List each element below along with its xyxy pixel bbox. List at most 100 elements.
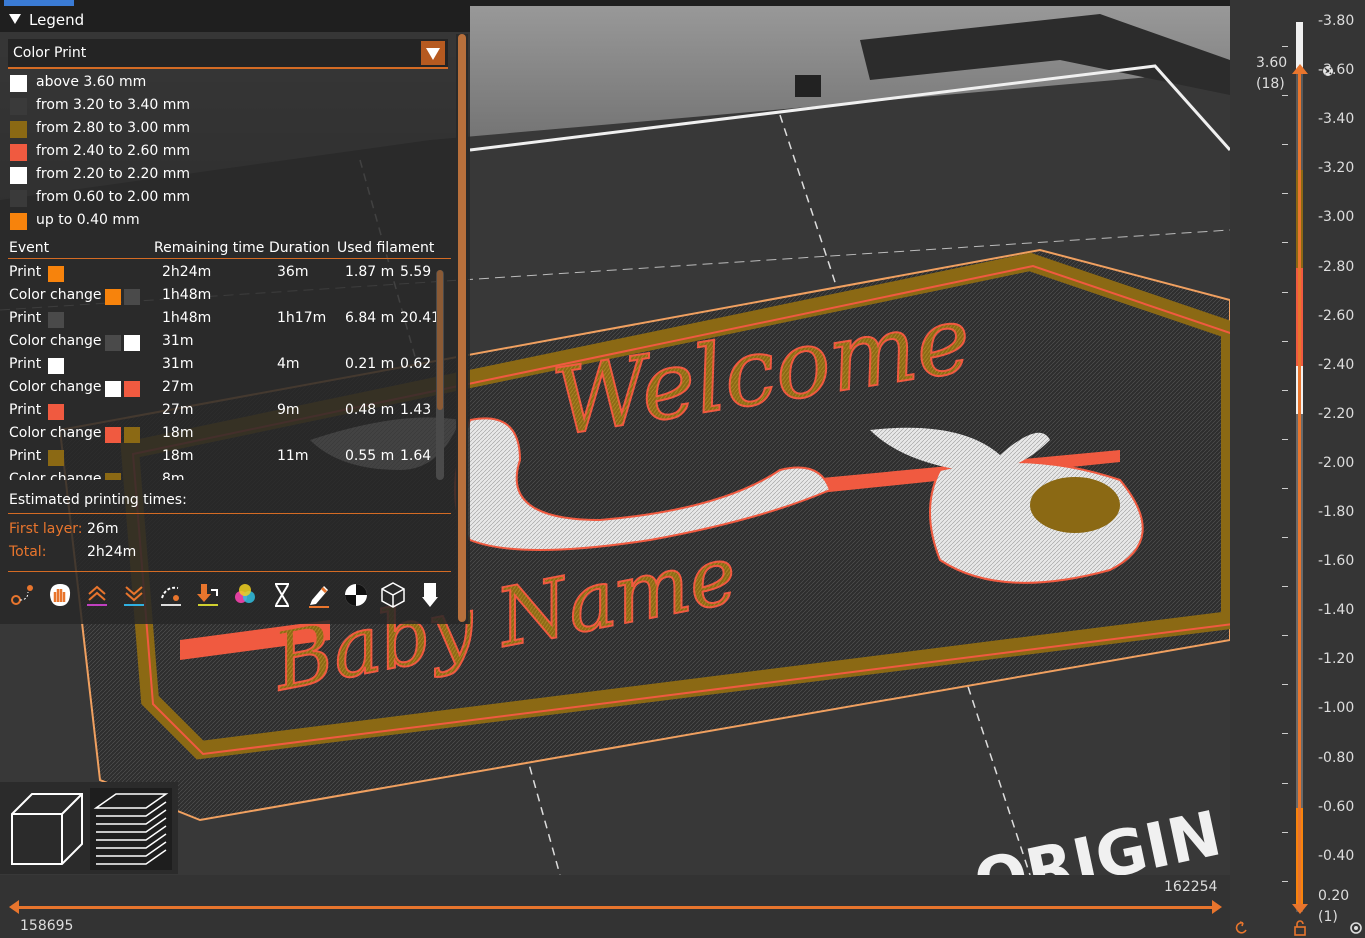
color-swatch <box>48 450 64 466</box>
col-header-remaining: Remaining time <box>154 240 265 256</box>
layer-tick-mark <box>1282 586 1288 587</box>
event-name: Print <box>9 448 42 464</box>
col-header-duration: Duration <box>269 240 330 256</box>
duration: 4m <box>277 356 300 372</box>
total-label: Total: <box>9 544 47 560</box>
layer-tick-label: -2.40 <box>1318 357 1355 373</box>
layer-tick-mark <box>1282 292 1288 293</box>
range-label: from 2.20 to 2.20 mm <box>36 166 191 182</box>
retractions-icon[interactable] <box>82 580 112 610</box>
view-type-combo[interactable]: Color Print <box>8 39 448 69</box>
lock-icon[interactable] <box>1292 920 1308 936</box>
legend-scrollbar[interactable] <box>456 34 468 624</box>
event-name: Color change <box>9 471 102 480</box>
color-swatch <box>124 427 140 443</box>
event-name: Color change <box>9 287 102 303</box>
left-thumb-icon[interactable] <box>9 900 19 914</box>
scrollbar-thumb[interactable] <box>437 270 443 410</box>
events-scrollbar[interactable] <box>436 270 444 480</box>
events-table[interactable]: Print 2h24m 36m 1.87 m 5.59 Color change… <box>0 262 445 480</box>
layer-tick-mark <box>1282 635 1288 636</box>
divider <box>8 571 451 572</box>
layer-tick-mark <box>1282 832 1288 833</box>
layer-tick-label: -1.20 <box>1318 651 1355 667</box>
chevron-down-icon[interactable] <box>421 41 445 65</box>
cog-icon[interactable] <box>1348 920 1364 936</box>
3d-view-cube-icon[interactable] <box>8 790 86 868</box>
remaining-time: 1h48m <box>162 287 212 303</box>
table-row: Print 2h24m 36m 1.87 m 5.59 <box>0 264 440 286</box>
color-swatch <box>105 289 121 305</box>
layer-tick-mark <box>1282 193 1288 194</box>
col-header-event: Event <box>9 240 50 256</box>
high-move-value: 162254 <box>1164 879 1218 895</box>
scrollbar-thumb[interactable] <box>458 34 466 622</box>
tool-changes-icon[interactable] <box>193 580 223 610</box>
upper-layer-number: (18) <box>1256 76 1285 92</box>
table-row: Print 1h48m 1h17m 6.84 m 20.41 <box>0 310 440 332</box>
deretractions-icon[interactable] <box>119 580 149 610</box>
slider-track[interactable] <box>14 906 1217 909</box>
layer-tick-label: -0.80 <box>1318 750 1355 766</box>
used-grams: 20.41 <box>400 310 441 326</box>
layer-tick-mark <box>1282 537 1288 538</box>
color-swatch <box>10 213 27 230</box>
used-length: 0.55 m <box>345 448 395 464</box>
event-name: Color change <box>9 333 102 349</box>
layer-tick-label: -3.20 <box>1318 160 1355 176</box>
upper-thumb-icon[interactable] <box>1292 62 1308 74</box>
horizontal-slider[interactable]: 158695 162254 <box>0 875 1230 938</box>
duration: 1h17m <box>277 310 327 326</box>
layer-tick-mark <box>1282 783 1288 784</box>
custom-gcode-icon[interactable] <box>304 580 334 610</box>
layer-slider[interactable]: 3.60 (18) 0.20 (1) -3.80 -3.60 -3.40 -3.20 -… <box>1230 0 1365 938</box>
layer-tick-mark <box>1282 881 1288 882</box>
color-changes-icon[interactable] <box>230 580 260 610</box>
duration: 11m <box>277 448 309 464</box>
travel-icon[interactable] <box>8 580 38 610</box>
divider <box>8 513 451 514</box>
color-swatch <box>10 190 27 207</box>
layer-tick-mark <box>1282 46 1288 47</box>
used-length: 0.21 m <box>345 356 395 372</box>
layer-tick-mark <box>1282 733 1288 734</box>
layer-tick-label: -2.20 <box>1318 406 1355 422</box>
layer-tick-label: -1.80 <box>1318 504 1355 520</box>
event-name: Print <box>9 402 42 418</box>
remaining-time: 31m <box>162 333 194 349</box>
lower-thumb-icon[interactable] <box>1292 904 1308 916</box>
remaining-time: 27m <box>162 379 194 395</box>
col-header-used: Used filament <box>337 240 435 256</box>
wipe-icon[interactable] <box>45 580 75 610</box>
range-label: from 2.80 to 3.00 mm <box>36 120 191 136</box>
table-row: Print 18m 11m 0.55 m 1.64 <box>0 448 440 470</box>
used-length: 6.84 m <box>345 310 395 326</box>
legend-header[interactable]: Legend <box>0 6 470 32</box>
remaining-time: 1h48m <box>162 310 212 326</box>
right-thumb-icon[interactable] <box>1212 900 1222 914</box>
color-swatch <box>10 98 27 115</box>
layer-tick-label: -0.60 <box>1318 799 1355 815</box>
center-of-gravity-icon[interactable] <box>341 580 371 610</box>
color-swatch <box>124 289 140 305</box>
first-layer-label: First layer: <box>9 521 83 537</box>
collapse-triangle-icon[interactable] <box>9 14 21 24</box>
seams-icon[interactable] <box>156 580 186 610</box>
pause-icon[interactable] <box>267 580 297 610</box>
tool-marker-icon[interactable] <box>415 580 445 610</box>
color-swatch <box>48 404 64 420</box>
undo-arrow-icon[interactable] <box>1234 920 1250 936</box>
shells-icon[interactable] <box>378 580 408 610</box>
range-label: above 3.60 mm <box>36 74 147 90</box>
layer-tick-label: -3.00 <box>1318 209 1355 225</box>
low-move-value: 158695 <box>20 918 74 934</box>
layer-tick-mark <box>1282 684 1288 685</box>
color-swatch <box>105 381 121 397</box>
table-row: Color change 27m <box>0 379 440 401</box>
preview-layers-icon[interactable] <box>92 790 170 868</box>
event-name: Color change <box>9 425 102 441</box>
layer-tick-mark <box>1282 95 1288 96</box>
layer-tick-label: -3.80 <box>1318 13 1355 29</box>
event-name: Print <box>9 310 42 326</box>
estimated-times-title: Estimated printing times: <box>9 492 187 508</box>
